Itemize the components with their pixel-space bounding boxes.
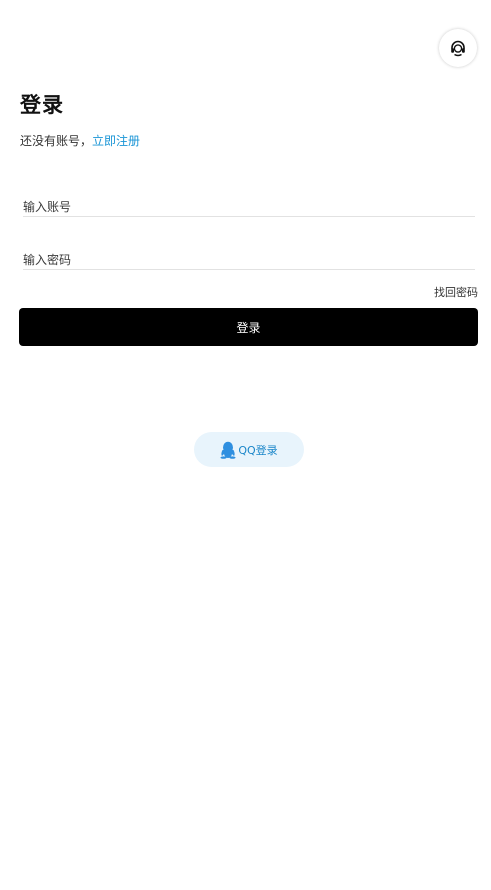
login-page: 登录 还没有账号，立即注册 找回密码 登录 QQ登录 [0, 0, 491, 890]
qq-login-button[interactable]: QQ登录 [194, 432, 304, 467]
qq-penguin-icon [220, 441, 236, 459]
register-link[interactable]: 立即注册 [92, 134, 140, 148]
forgot-password-link[interactable]: 找回密码 [434, 284, 478, 300]
qq-login-label: QQ登录 [238, 443, 278, 457]
account-field [23, 190, 475, 217]
customer-service-button[interactable] [439, 29, 477, 67]
no-account-text: 还没有账号， [20, 134, 93, 148]
password-field [23, 243, 475, 270]
register-prompt: 还没有账号，立即注册 [20, 133, 140, 150]
account-input[interactable] [23, 200, 475, 214]
headset-icon [451, 40, 465, 57]
password-input[interactable] [23, 253, 475, 267]
login-button[interactable]: 登录 [19, 308, 478, 346]
page-title: 登录 [20, 93, 64, 117]
